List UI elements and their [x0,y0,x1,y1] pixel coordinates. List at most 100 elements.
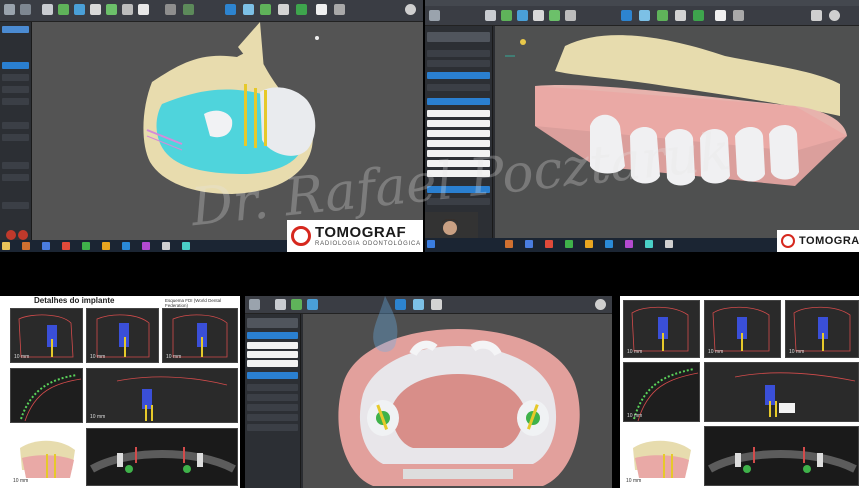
zoom-tool-icon[interactable] [675,10,686,21]
panel-row[interactable] [247,424,298,431]
sleeve-tool-icon[interactable] [106,4,117,15]
panel-row[interactable] [2,74,29,81]
panel-row[interactable] [247,404,298,411]
panel-row[interactable] [427,130,490,137]
tooth-tool-icon[interactable] [42,4,53,15]
app-icon[interactable] [565,240,573,248]
file-icon[interactable] [4,4,15,15]
export-tool-icon[interactable] [715,10,726,21]
panel-row[interactable] [427,120,490,127]
guide-tool-icon[interactable] [122,4,133,15]
panel-row[interactable] [2,174,29,181]
app-icon[interactable] [82,242,90,250]
panel-row[interactable] [427,186,490,193]
panel-row[interactable] [247,360,298,367]
implant-tool-icon[interactable] [501,10,512,21]
panel-row[interactable] [247,332,298,339]
pan-tool-icon[interactable] [657,10,668,21]
rotate-tool-icon[interactable] [243,4,254,15]
panel-row[interactable] [247,394,298,401]
panel-row[interactable] [247,372,298,379]
crown-tool-icon[interactable] [90,4,101,15]
export-tool-icon[interactable] [316,4,327,15]
app-icon[interactable] [665,240,673,248]
crown-tool-icon[interactable] [533,10,544,21]
app-icon[interactable] [545,240,553,248]
rotate-tool-icon[interactable] [639,10,650,21]
app-icon[interactable] [182,242,190,250]
window-close-icon[interactable] [595,299,606,310]
panel-row[interactable] [427,170,490,177]
panel-row[interactable] [427,72,490,79]
app-icon[interactable] [585,240,593,248]
panel-row[interactable] [427,32,490,42]
settings-tool-icon[interactable] [334,4,345,15]
bottom-3d-viewport[interactable] [303,314,612,488]
window-close-icon[interactable] [829,10,840,21]
select-tool-icon[interactable] [621,10,632,21]
app-icon[interactable] [142,242,150,250]
rotate-tool-icon[interactable] [413,299,424,310]
windows-icon[interactable] [2,242,10,250]
app-icon[interactable] [122,242,130,250]
top-right-3d-viewport[interactable] [495,26,859,238]
grid-tool-icon[interactable] [183,4,194,15]
tooth-tool-icon[interactable] [485,10,496,21]
panel-row[interactable] [2,134,29,141]
app-icon[interactable] [625,240,633,248]
section-tool-icon[interactable] [693,10,704,21]
settings-tool-icon[interactable] [733,10,744,21]
panel-row[interactable] [427,60,490,67]
panel-row[interactable] [247,351,298,358]
panel-row[interactable] [2,98,29,105]
implant-tool-icon[interactable] [291,299,302,310]
file-icon[interactable] [249,299,260,310]
window-minimize-icon[interactable] [811,10,822,21]
window-close-icon[interactable] [405,4,416,15]
zoom-tool-icon[interactable] [431,299,442,310]
app-icon[interactable] [22,242,30,250]
panel-row[interactable] [427,160,490,167]
app-icon[interactable] [525,240,533,248]
sleeve-tool-icon[interactable] [549,10,560,21]
panel-row[interactable] [427,98,490,105]
panel-row[interactable] [427,140,490,147]
panel-row[interactable] [2,162,29,169]
app-icon[interactable] [42,242,50,250]
implant-tool-icon[interactable] [58,4,69,15]
panel-row[interactable] [427,84,490,91]
save-icon[interactable] [20,4,31,15]
layer-tool-icon[interactable] [165,4,176,15]
panel-row[interactable] [247,342,298,349]
app-icon[interactable] [645,240,653,248]
app-icon[interactable] [102,242,110,250]
windows-icon[interactable] [427,240,435,248]
app-icon[interactable] [505,240,513,248]
measure-tool-icon[interactable] [74,4,85,15]
app-icon[interactable] [62,242,70,250]
zoom-tool-icon[interactable] [278,4,289,15]
top-left-3d-viewport[interactable] [32,22,423,240]
app-icon[interactable] [162,242,170,250]
guide-tool-icon[interactable] [565,10,576,21]
select-tool-icon[interactable] [225,4,236,15]
view-tool-icon[interactable] [138,4,149,15]
panel-row[interactable] [427,50,490,57]
section-tool-icon[interactable] [296,4,307,15]
panel-row[interactable] [2,202,29,209]
app-icon[interactable] [605,240,613,248]
guide-tool-icon[interactable] [307,299,318,310]
panel-row[interactable] [2,122,29,129]
panel-row[interactable] [2,62,29,69]
tooth-tool-icon[interactable] [275,299,286,310]
panel-row[interactable] [427,110,490,117]
panel-row[interactable] [2,26,29,33]
measure-tool-icon[interactable] [517,10,528,21]
panel-row[interactable] [247,384,298,391]
file-icon[interactable] [429,10,440,21]
pan-tool-icon[interactable] [260,4,271,15]
panel-row[interactable] [247,414,298,421]
panel-row[interactable] [247,318,298,328]
panel-row[interactable] [427,198,490,205]
panel-row[interactable] [2,86,29,93]
